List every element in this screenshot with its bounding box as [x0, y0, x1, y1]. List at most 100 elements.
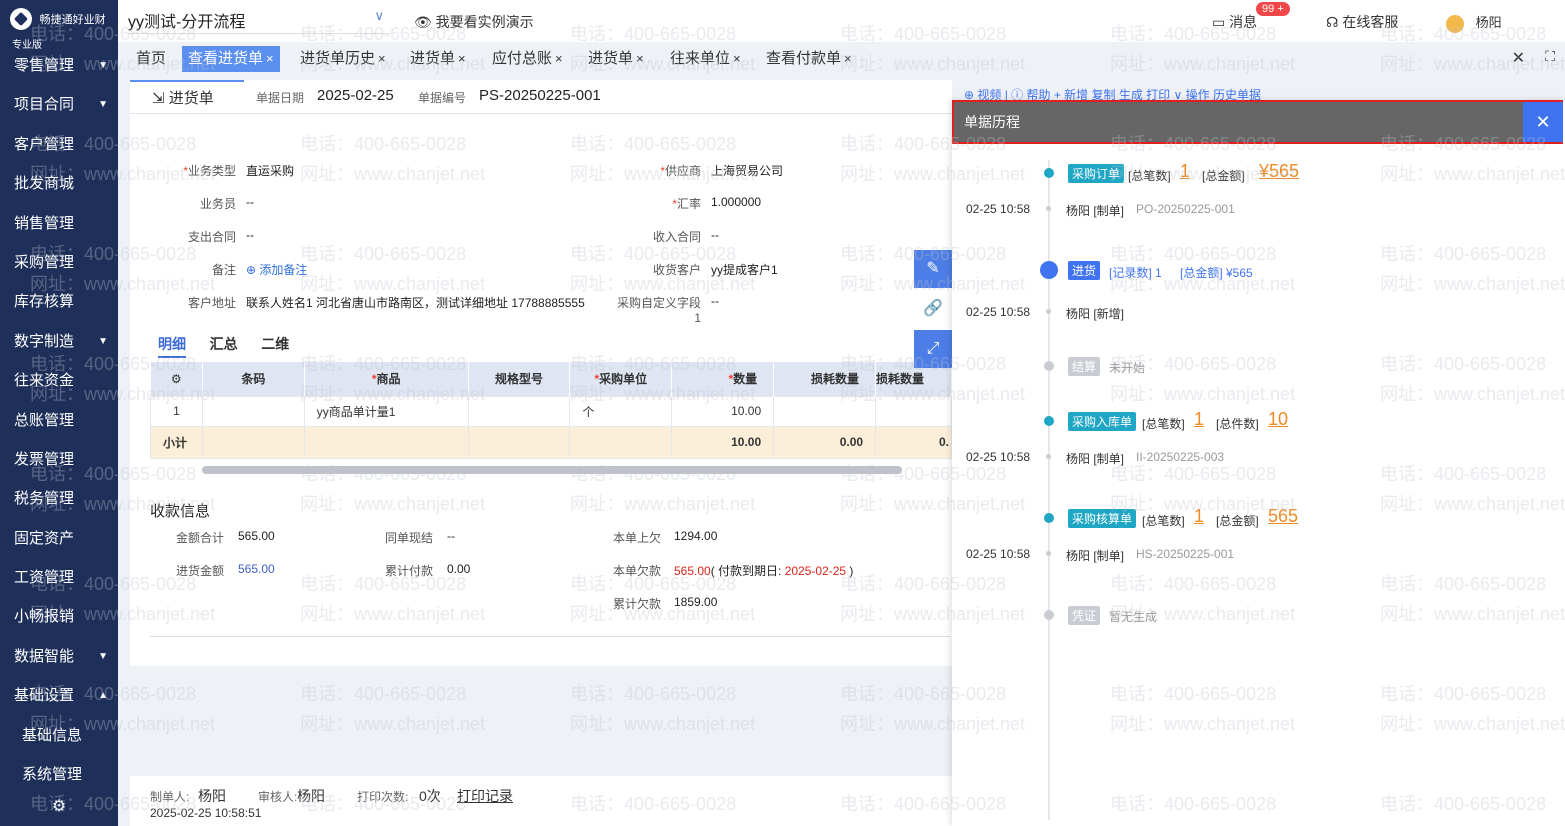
doc-tab[interactable]: ⇲ 进货单: [130, 80, 244, 114]
sidebar-item[interactable]: 数字制造 ▼: [0, 322, 118, 361]
horizontal-scrollbar[interactable]: [202, 466, 902, 474]
tab-close-icon[interactable]: ×: [555, 51, 563, 66]
sidebar-item[interactable]: 发票管理: [0, 440, 118, 479]
tab[interactable]: 进货单 ×: [582, 46, 650, 72]
demo-label: 我要看实例演示: [435, 14, 534, 30]
pay-contract-label: 支出合同: [187, 230, 236, 244]
user-menu[interactable]: 杨阳: [1446, 12, 1502, 33]
entry-label: [总金额]: [1216, 514, 1259, 528]
sidebar-item-label: 库存核算: [14, 293, 75, 311]
tab[interactable]: 应付总账 ×: [486, 46, 569, 72]
column-settings-icon[interactable]: ⚙: [150, 362, 203, 396]
tab-detail[interactable]: 明细: [158, 336, 186, 358]
sidebar-item[interactable]: 数据智能 ▼: [0, 637, 118, 676]
tab[interactable]: 进货单 ×: [404, 46, 472, 72]
entry-value[interactable]: 1: [1194, 506, 1204, 527]
sidebar-item[interactable]: 总账管理: [0, 401, 118, 440]
recv-customer-value[interactable]: yy提成客户1: [711, 261, 778, 278]
add-note-label: 添加备注: [259, 263, 308, 277]
tab-close-icon[interactable]: ×: [458, 51, 466, 66]
sidebar-item[interactable]: 小畅报销: [0, 597, 118, 636]
cell-qty[interactable]: 10.00: [671, 395, 775, 427]
entry-user: 杨阳 [制单]: [1066, 452, 1125, 466]
cell-product[interactable]: yy商品单计量1: [303, 395, 469, 427]
total-label: 金额合计: [175, 531, 224, 545]
sidebar-item[interactable]: 工资管理: [0, 558, 118, 597]
table-row[interactable]: 1 yy商品单计量1 个 10.00: [150, 395, 952, 427]
sidebar-item-label: 固定资产: [14, 529, 75, 547]
sidebar-item[interactable]: 采购管理: [0, 243, 118, 282]
sidebar-item[interactable]: 税务管理: [0, 479, 118, 518]
tag-purchase-order[interactable]: 采购订单: [1068, 164, 1125, 183]
sidebar-item[interactable]: 客户管理: [0, 125, 118, 164]
tab[interactable]: 进货单历史 ×: [294, 46, 392, 72]
tab-close-icon[interactable]: ×: [636, 51, 644, 66]
due-prefix: ( 付款到期日:: [710, 564, 785, 578]
tab-close-icon[interactable]: ×: [844, 51, 852, 66]
entry-label: [记录数] 1: [1109, 266, 1162, 280]
sidebar-item[interactable]: 固定资产: [0, 519, 118, 558]
rate-value[interactable]: 1.000000: [711, 195, 761, 209]
tab[interactable]: 首页: [130, 46, 173, 72]
sidebar-item[interactable]: 项目合同 ▼: [0, 85, 118, 124]
attachment-icon[interactable]: 🔗: [914, 290, 952, 328]
print-record-link[interactable]: 打印记录: [457, 786, 513, 806]
timeline-dot: [1044, 416, 1054, 426]
pay-contract-value[interactable]: --: [246, 228, 254, 242]
total-value: 565.00: [238, 529, 275, 543]
subtotal-loss-2: 0.: [875, 425, 952, 459]
tab-2d[interactable]: 二维: [261, 336, 289, 352]
cell-loss-2[interactable]: [875, 395, 952, 427]
tag-purchase[interactable]: 进货: [1068, 261, 1101, 280]
cell-barcode[interactable]: [201, 395, 305, 427]
supplier-value[interactable]: 上海贸易公司: [711, 162, 783, 179]
sidebar-item[interactable]: 库存核算: [0, 282, 118, 321]
document-edit-icon[interactable]: ✎: [914, 250, 952, 288]
cell-unit[interactable]: 个: [569, 395, 673, 427]
sidebar-item[interactable]: 基础设置 ▲: [0, 676, 118, 715]
sidebar-item[interactable]: 基础信息: [0, 716, 118, 755]
custom-field-value[interactable]: --: [711, 294, 719, 308]
tab[interactable]: 查看付款单 ×: [760, 46, 858, 72]
purchase-label: 进货金额: [175, 564, 224, 578]
doc-no-value: PS-20250225-001: [479, 87, 601, 104]
tag-purchase-accounting[interactable]: 采购核算单: [1068, 509, 1137, 528]
account-select[interactable]: yy测试-分开流程 ∨: [128, 8, 390, 34]
clerk-value[interactable]: --: [246, 195, 254, 209]
recv-contract-value[interactable]: --: [711, 228, 719, 242]
entry-value[interactable]: 10: [1268, 409, 1288, 430]
expand-icon[interactable]: ⤢: [914, 330, 952, 368]
tab-close-icon[interactable]: ×: [733, 51, 741, 66]
close-icon[interactable]: ✕: [1512, 48, 1525, 68]
online-service-button[interactable]: ☊ 在线客服: [1326, 12, 1398, 32]
entry-value[interactable]: 565: [1268, 506, 1298, 527]
sidebar-item[interactable]: 销售管理: [0, 204, 118, 243]
messages-button[interactable]: ▭ 消息: [1212, 12, 1257, 32]
tab[interactable]: 查看进货单 ×: [182, 46, 280, 72]
entry-value[interactable]: ¥565: [1259, 161, 1299, 182]
tab-close-icon[interactable]: ×: [266, 51, 274, 66]
doc-tab-label: 进货单: [168, 90, 214, 107]
sidebar-item[interactable]: 往来资金: [0, 361, 118, 400]
history-panel: 单据历程 ✕ 采购订单 [总笔数] 1 [总金额] ¥565 02-25 10:…: [952, 100, 1565, 826]
tab-summary[interactable]: 汇总: [210, 336, 238, 352]
col-loss: 损耗数量: [773, 362, 877, 396]
entry-value[interactable]: 1: [1194, 409, 1204, 430]
biz-type-value[interactable]: 直运采购: [246, 162, 294, 179]
app-logo[interactable]: 畅捷通好业财 专业版: [0, 0, 118, 51]
custom-field-label: 采购自定义字段1: [616, 296, 701, 325]
sidebar-item[interactable]: 批发商城: [0, 164, 118, 203]
fullscreen-icon[interactable]: ⛶: [1545, 48, 1555, 65]
entry-value[interactable]: 1: [1180, 161, 1190, 182]
close-panel-button[interactable]: ✕: [1523, 102, 1563, 142]
settings-gear-icon[interactable]: ⚙: [0, 788, 118, 826]
demo-link[interactable]: 👁 我要看实例演示: [414, 12, 534, 32]
entry-ref: II-20250225-003: [1136, 450, 1225, 464]
tab[interactable]: 往来单位 ×: [664, 46, 747, 72]
add-note-link[interactable]: ⊕ 添加备注: [246, 261, 307, 278]
tag-purchase-inbound[interactable]: 采购入库单: [1068, 412, 1137, 431]
cell-spec[interactable]: [467, 395, 571, 427]
cell-loss[interactable]: [773, 395, 877, 427]
sidebar-item[interactable]: 零售管理 ▼: [0, 46, 118, 85]
tab-close-icon[interactable]: ×: [378, 51, 386, 66]
